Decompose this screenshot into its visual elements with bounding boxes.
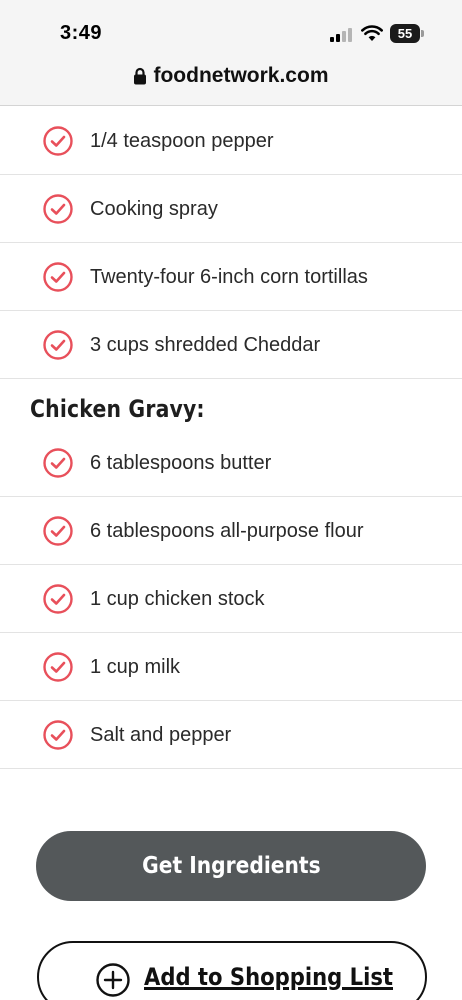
checkmark-circle-icon[interactable] <box>43 262 73 292</box>
plus-circle-icon <box>96 963 130 997</box>
status-bar: 3:49 55 <box>0 0 462 58</box>
ingredient-label: 1 cup milk <box>90 656 181 678</box>
battery-level: 55 <box>397 26 413 41</box>
get-ingredients-button[interactable]: Get Ingredients <box>36 831 426 901</box>
ingredient-label: Salt and pepper <box>90 724 232 746</box>
ingredient-label: 6 tablespoons all-purpose flour <box>90 520 364 542</box>
ingredient-row[interactable]: 6 tablespoons butter <box>0 429 462 497</box>
get-ingredients-label: Get Ingredients <box>141 853 321 879</box>
add-to-shopping-list-label: Add to Shopping List <box>144 963 393 991</box>
ingredient-row[interactable]: 1 cup milk <box>0 633 462 701</box>
checkmark-circle-icon[interactable] <box>43 584 73 614</box>
ingredient-label: Twenty-four 6-inch corn tortillas <box>90 266 368 288</box>
add-to-shopping-list-button[interactable]: Add to Shopping List <box>37 941 427 1000</box>
section-title: Chicken Gravy: <box>30 395 205 423</box>
wifi-icon <box>361 25 383 41</box>
url-text: foodnetwork.com <box>153 64 329 87</box>
ingredient-row[interactable]: 6 tablespoons all-purpose flour <box>0 497 462 565</box>
checkmark-circle-icon[interactable] <box>43 330 73 360</box>
signal-icon <box>330 26 354 42</box>
ingredient-label: 3 cups shredded Cheddar <box>90 334 321 356</box>
battery-icon: 55 <box>390 24 424 43</box>
checkmark-circle-icon[interactable] <box>43 194 73 224</box>
checkmark-circle-icon[interactable] <box>43 448 73 478</box>
address-bar[interactable]: foodnetwork.com <box>0 58 462 106</box>
checkmark-circle-icon[interactable] <box>43 126 73 156</box>
checkmark-circle-icon[interactable] <box>43 516 73 546</box>
ingredient-row[interactable]: Twenty-four 6-inch corn tortillas <box>0 243 462 311</box>
lock-icon <box>134 67 147 85</box>
ingredient-label: 1 cup chicken stock <box>90 588 265 610</box>
ingredient-label: Cooking spray <box>90 198 218 220</box>
ingredient-row[interactable]: 1 cup chicken stock <box>0 565 462 633</box>
checkmark-circle-icon[interactable] <box>43 720 73 750</box>
ingredients-list: 1/4 teaspoon pepper Cooking spray Twenty… <box>0 107 462 769</box>
ingredient-row[interactable]: Salt and pepper <box>0 701 462 769</box>
ingredient-row[interactable]: Cooking spray <box>0 175 462 243</box>
ingredient-row[interactable]: 1/4 teaspoon pepper <box>0 107 462 175</box>
status-time: 3:49 <box>60 22 103 44</box>
checkmark-circle-icon[interactable] <box>43 652 73 682</box>
ingredient-label: 6 tablespoons butter <box>90 452 272 474</box>
ingredient-label: 1/4 teaspoon pepper <box>90 130 274 152</box>
section-header: Chicken Gravy: <box>0 379 462 429</box>
ingredient-row[interactable]: 3 cups shredded Cheddar <box>0 311 462 379</box>
